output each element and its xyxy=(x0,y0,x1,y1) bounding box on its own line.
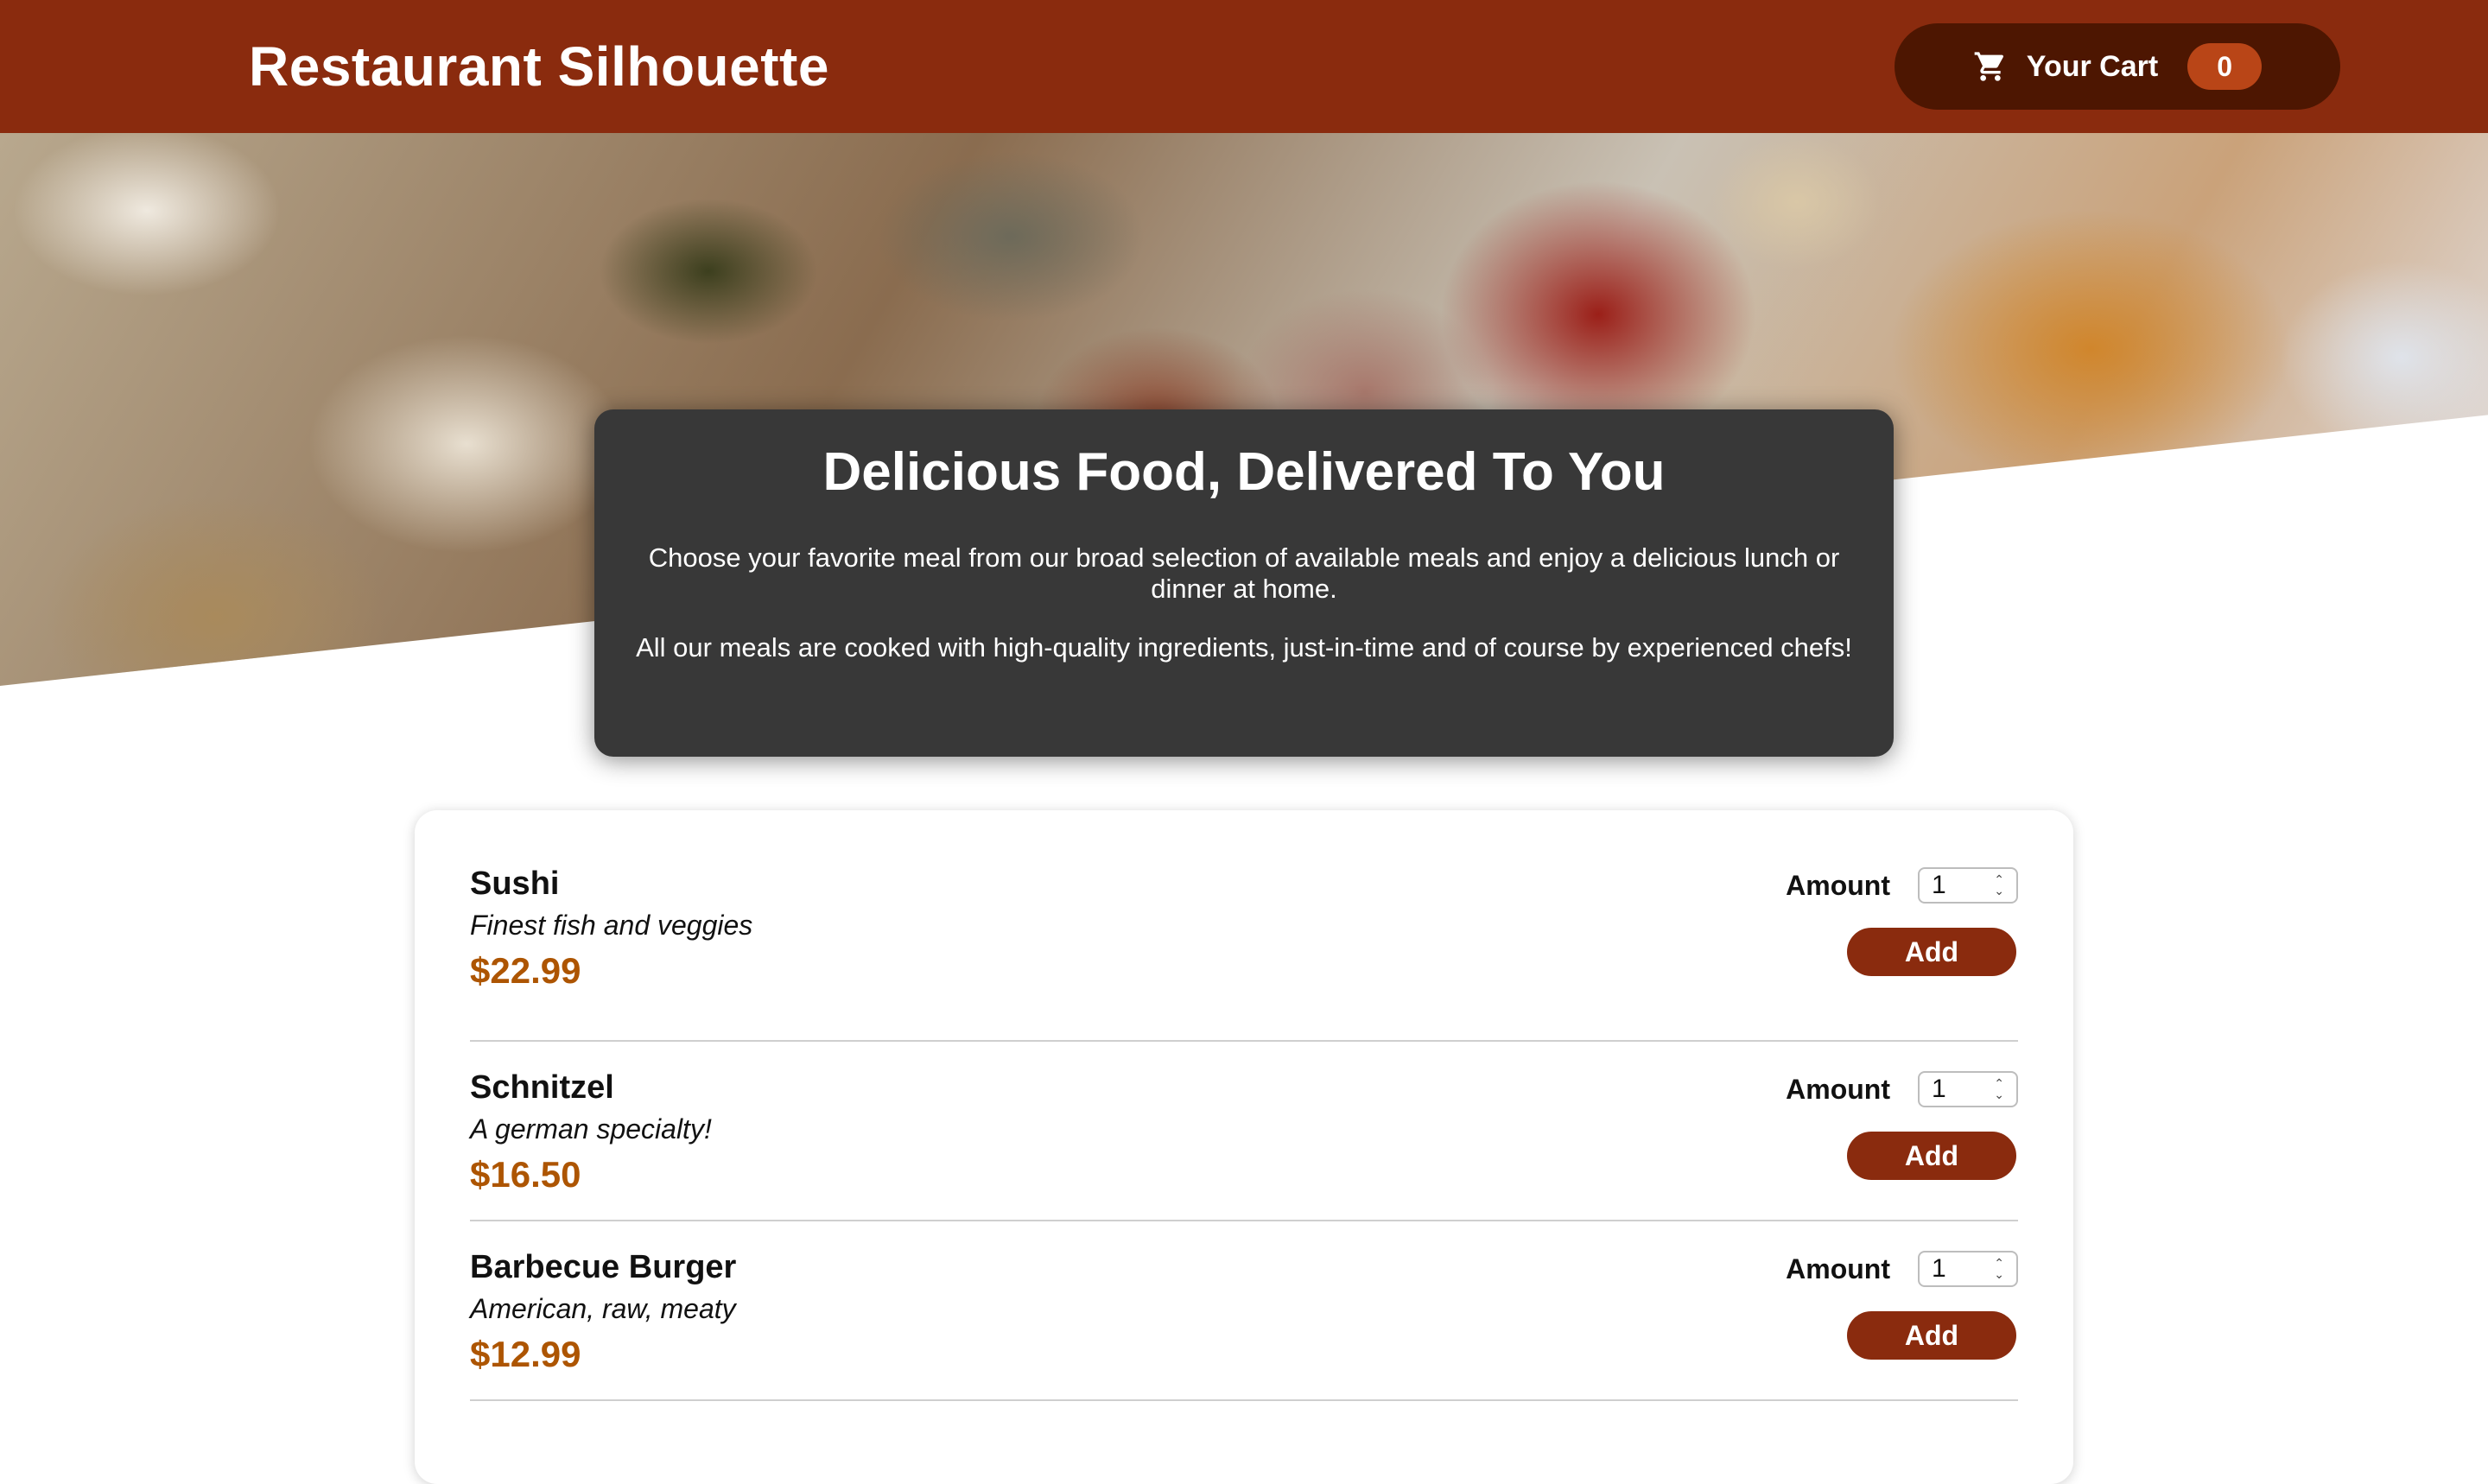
meal-description: Finest fish and veggies xyxy=(470,910,753,941)
meal-name: Schnitzel xyxy=(470,1069,614,1106)
add-button[interactable]: Add xyxy=(1847,1311,2016,1360)
meal-name: Barbecue Burger xyxy=(470,1249,737,1285)
meal-info: Sushi Finest fish and veggies $22.99 xyxy=(470,864,752,1040)
amount-label: Amount xyxy=(1786,1073,1890,1105)
summary-title: Delicious Food, Delivered To You xyxy=(822,442,1666,502)
meal-form: Amount 1 ⌃ ⌄ Add xyxy=(1759,1247,2018,1399)
spinner-icon[interactable]: ⌃ ⌄ xyxy=(1994,1257,2004,1280)
amount-value: 1 xyxy=(1932,1075,1946,1103)
meal-item: Schnitzel A german specialty! $16.50 Amo… xyxy=(470,1042,2018,1221)
cart-count-badge: 0 xyxy=(2187,43,2263,90)
spinner-icon[interactable]: ⌃ ⌄ xyxy=(1994,1077,2004,1100)
meal-price: $12.99 xyxy=(470,1334,581,1374)
meal-description: American, raw, meaty xyxy=(470,1293,736,1324)
add-button[interactable]: Add xyxy=(1847,928,2016,976)
meal-form: Amount 1 ⌃ ⌄ Add xyxy=(1759,1068,2018,1220)
meal-price: $22.99 xyxy=(470,950,581,991)
amount-value: 1 xyxy=(1932,1254,1946,1283)
meal-info: Barbecue Burger American, raw, meaty $12… xyxy=(470,1247,736,1399)
summary-card: Delicious Food, Delivered To You Choose … xyxy=(594,409,1894,757)
amount-row: Amount 1 ⌃ ⌄ xyxy=(1786,1071,2018,1107)
amount-input[interactable]: 1 ⌃ ⌄ xyxy=(1918,867,2018,904)
spinner-icon[interactable]: ⌃ ⌄ xyxy=(1994,873,2004,897)
amount-value: 1 xyxy=(1932,871,1946,899)
app-title: Restaurant Silhouette xyxy=(249,35,829,98)
add-button[interactable]: Add xyxy=(1847,1132,2016,1180)
cart-icon xyxy=(1974,52,2003,81)
app-header: Restaurant Silhouette Your Cart 0 xyxy=(0,0,2488,133)
summary-paragraph: All our meals are cooked with high-quali… xyxy=(636,632,1852,663)
meals-list: Sushi Finest fish and veggies $22.99 Amo… xyxy=(415,810,2073,1484)
amount-row: Amount 1 ⌃ ⌄ xyxy=(1786,1251,2018,1287)
amount-input[interactable]: 1 ⌃ ⌄ xyxy=(1918,1071,2018,1107)
meal-name: Sushi xyxy=(470,866,560,902)
cart-button[interactable]: Your Cart 0 xyxy=(1895,23,2340,110)
amount-row: Amount 1 ⌃ ⌄ xyxy=(1786,867,2018,904)
summary-paragraph: Choose your favorite meal from our broad… xyxy=(648,542,1840,605)
meal-item: Sushi Finest fish and veggies $22.99 Amo… xyxy=(470,862,2018,1042)
amount-label: Amount xyxy=(1786,869,1890,901)
amount-input[interactable]: 1 ⌃ ⌄ xyxy=(1918,1251,2018,1287)
cart-label: Your Cart xyxy=(2026,49,2159,83)
meal-info: Schnitzel A german specialty! $16.50 xyxy=(470,1068,712,1220)
meal-item: Barbecue Burger American, raw, meaty $12… xyxy=(470,1221,2018,1401)
meal-description: A german specialty! xyxy=(470,1113,712,1145)
meal-price: $16.50 xyxy=(470,1154,581,1195)
meal-form: Amount 1 ⌃ ⌄ Add xyxy=(1759,864,2018,1040)
amount-label: Amount xyxy=(1786,1253,1890,1284)
